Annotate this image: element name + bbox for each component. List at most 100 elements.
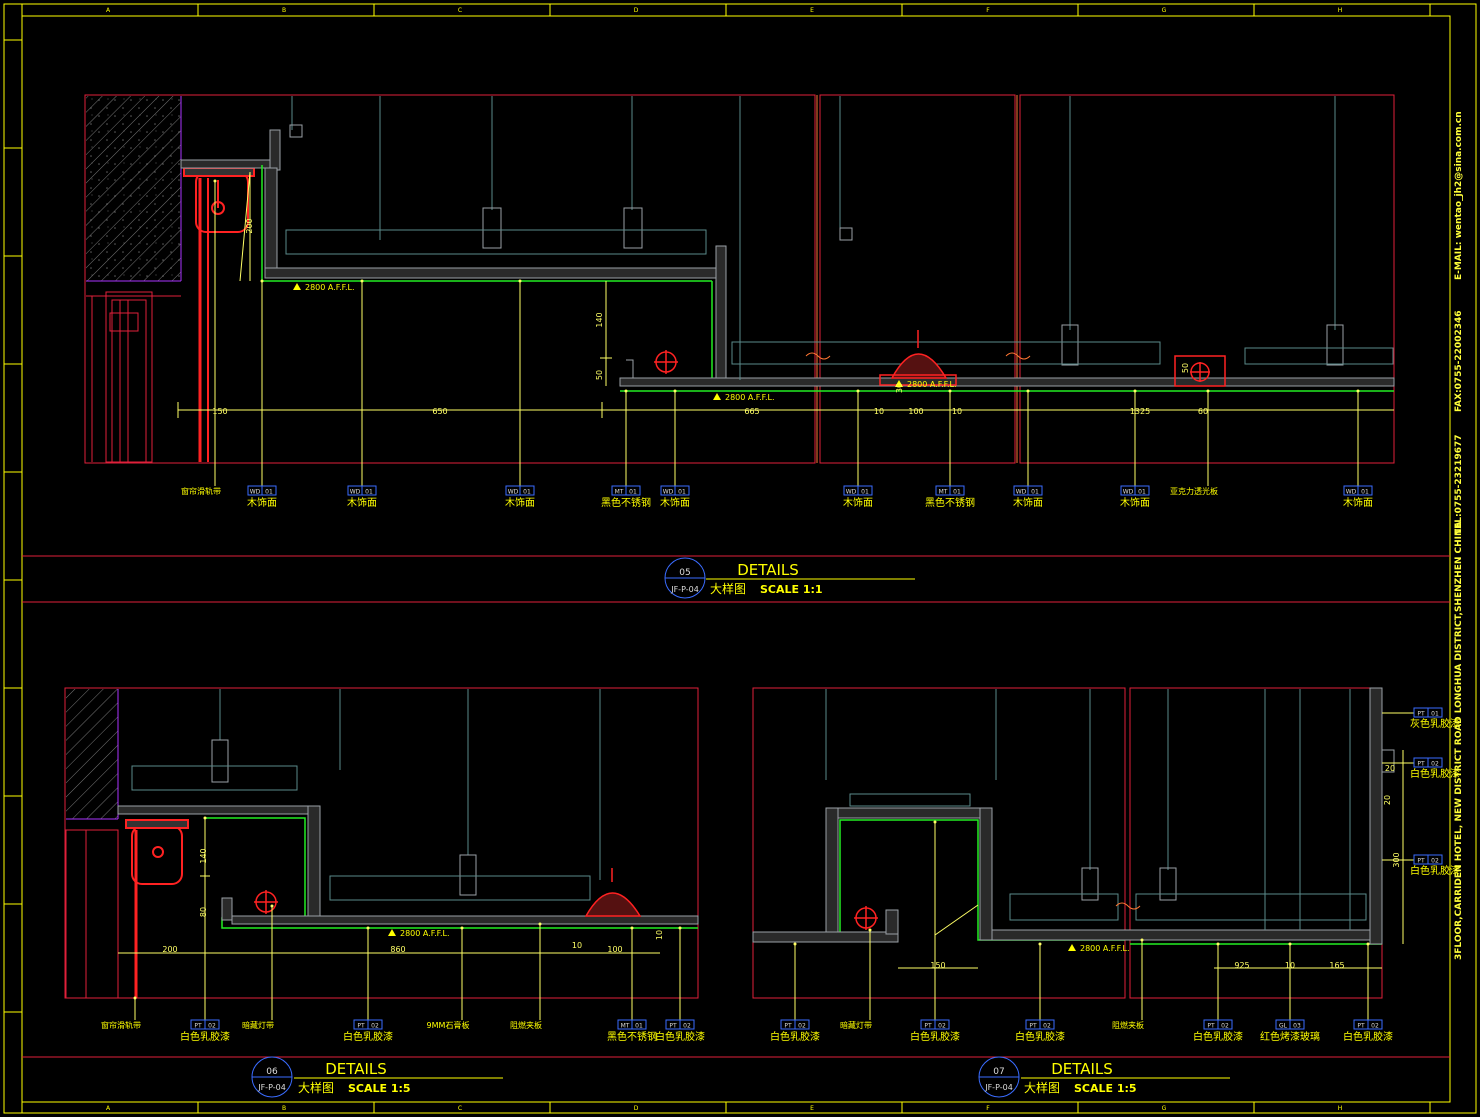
detail-07-subtitle: 大样图 xyxy=(1024,1080,1060,1095)
material-tag-code: WD xyxy=(663,489,674,496)
detail-05-title: DETAILS xyxy=(737,561,799,579)
material-tag-number: 02 xyxy=(1371,1023,1379,1030)
material-tag-number: 02 xyxy=(208,1023,216,1030)
material-tag-number: 02 xyxy=(1043,1023,1051,1030)
detail-07-sheet-ref: JF-P-04 xyxy=(984,1083,1013,1092)
detail-07-right-callouts: PT 01灰色乳胶漆PT 02白色乳胶漆PT 02白色乳胶漆 xyxy=(1382,707,1460,877)
material-callout-label: 木饰面 xyxy=(247,496,277,509)
cad-drawing-canvas: AABBCCDDEEFFGGHH 2800 A.F.F.L.2800 A.F.F… xyxy=(3,3,1477,1114)
dimension-value: 10 xyxy=(572,941,582,950)
dimension-value: 10 xyxy=(874,407,884,416)
dimension-value: 165 xyxy=(1329,961,1344,970)
dimension-values: 200 860 140 80 10 100 10 xyxy=(162,848,664,954)
border-letter-bottom: D xyxy=(634,1105,639,1112)
material-tag-code: PT xyxy=(1029,1023,1037,1030)
material-tag-number: 02 xyxy=(798,1023,806,1030)
company-fax: FAX:0755-22002346 xyxy=(1454,310,1464,412)
border-letter-top: F xyxy=(986,7,990,14)
border-letter-bottom: E xyxy=(810,1105,814,1112)
material-tag-number: 01 xyxy=(635,1023,643,1030)
material-callout-label: 白色乳胶漆 xyxy=(1193,1030,1243,1043)
dimension-value: 860 xyxy=(390,945,405,954)
company-email: E-MAIL: wentao_jh2@sina.com.cn xyxy=(1454,111,1464,280)
material-tag-code: PT xyxy=(1357,1023,1365,1030)
material-callout-label: 白色乳胶漆 xyxy=(910,1030,960,1043)
material-tag-code: WD xyxy=(250,489,261,496)
material-tag-code: PT xyxy=(669,1023,677,1030)
dimension-value: 650 xyxy=(432,407,447,416)
level-marks: 2800 A.F.F.L. xyxy=(1068,944,1130,953)
material-callout-label: 木饰面 xyxy=(660,496,690,509)
material-tag-number: 01 xyxy=(1361,489,1369,496)
material-tag-code: MT xyxy=(939,489,948,496)
material-tag-code: PT xyxy=(1417,858,1425,865)
detail-05-sheet-ref: JF-P-04 xyxy=(670,585,699,594)
detail-06-number: 06 xyxy=(266,1067,278,1077)
material-tag-code: MT xyxy=(615,489,624,496)
material-callout-label: 白色乳胶漆 xyxy=(770,1030,820,1043)
dimension-value: 10 xyxy=(655,930,664,940)
material-callout-label: 白色乳胶漆 xyxy=(180,1030,230,1043)
material-tag-number: 02 xyxy=(1221,1023,1229,1030)
material-tag-number: 01 xyxy=(861,489,869,496)
suspension-hangers xyxy=(285,96,1394,380)
detail-06-border xyxy=(64,687,699,999)
material-tag-code: WD xyxy=(1123,489,1134,496)
dimension-value: 100 xyxy=(908,407,923,416)
level-triangle xyxy=(388,929,396,936)
material-callout-label: 木饰面 xyxy=(1013,496,1043,509)
material-tag-code: WD xyxy=(1016,489,1027,496)
material-tag-number: 02 xyxy=(1431,761,1439,768)
dimension-value: 140 xyxy=(595,312,604,327)
material-tag-code: PT xyxy=(1207,1023,1215,1030)
border-letter-top: H xyxy=(1338,7,1343,14)
level-triangle xyxy=(293,283,301,290)
detail-05-scale: SCALE 1:1 xyxy=(760,583,823,596)
ceiling-box xyxy=(752,687,1395,945)
material-tag-code: MT xyxy=(621,1023,630,1030)
material-tag-number: 01 xyxy=(265,489,273,496)
dimension-value: 100 xyxy=(607,945,622,954)
border-letter-top: G xyxy=(1162,7,1167,14)
material-tag-code: PT xyxy=(924,1023,932,1030)
dimension-value: 60 xyxy=(1198,407,1208,416)
detail-06-subtitle: 大样图 xyxy=(298,1080,334,1095)
material-callout-label: 窗帘滑轨带 xyxy=(181,486,221,496)
curtain-track-symbol xyxy=(183,167,255,462)
dimension-value: 30 xyxy=(895,383,904,393)
material-callout-label: 红色烤漆玻璃 xyxy=(1260,1030,1320,1043)
border-letter-bottom: G xyxy=(1162,1105,1167,1112)
detail-07-number: 07 xyxy=(993,1067,1004,1077)
border-letter-top: C xyxy=(458,7,462,14)
company-address: 3FLOOR,CARRIDEN HOTEL, NEW DISTRICT ROAD… xyxy=(1454,521,1464,960)
material-callout-label: 9MM石膏板 xyxy=(427,1020,470,1030)
detail-05-subtitle: 大样图 xyxy=(710,581,746,596)
detail-07-drawing: 2800 A.F.F.L. 150 925 10 1652020300 PT 02白色乳… xyxy=(752,687,1460,1043)
border-letter-bottom: C xyxy=(458,1105,462,1112)
border-letter-top: A xyxy=(106,7,111,14)
material-tag-code: GL xyxy=(1279,1023,1288,1030)
material-tag-code: PT xyxy=(784,1023,792,1030)
level-marks: 2800 A.F.F.L. xyxy=(388,929,450,938)
material-callout-label: 亚克力透光板 xyxy=(1170,486,1218,496)
detail-07-border xyxy=(752,687,1126,999)
border-letter-top: E xyxy=(810,7,814,14)
company-tel: TEL:0755-23219677 xyxy=(1454,434,1464,535)
level-triangle xyxy=(1068,944,1076,951)
detail-07-scale: SCALE 1:5 xyxy=(1074,1082,1137,1095)
material-callout-label: 白色乳胶漆 xyxy=(1015,1030,1065,1043)
material-tag-number: 03 xyxy=(1293,1023,1301,1030)
level-mark-label: 2800 A.F.F.L. xyxy=(305,283,355,292)
dimension-value: 665 xyxy=(744,407,759,416)
material-tag-number: 02 xyxy=(683,1023,691,1030)
detail-06-drawing: 2800 A.F.F.L. 200 860 140 80 10 100 10 窗帘滑轨带 PT… xyxy=(64,687,705,1043)
window-frame xyxy=(86,291,181,463)
level-mark-label: 2800 A.F.F.L. xyxy=(400,929,450,938)
detail-05-number: 05 xyxy=(679,568,690,578)
border-letter-bottom: H xyxy=(1338,1105,1343,1112)
dimension-value: 10 xyxy=(952,407,962,416)
dimension-value: 80 xyxy=(199,907,208,917)
level-triangle xyxy=(713,393,721,400)
material-tag-code: PT xyxy=(1417,711,1425,718)
material-callout-label: 阻燃夹板 xyxy=(510,1020,542,1030)
